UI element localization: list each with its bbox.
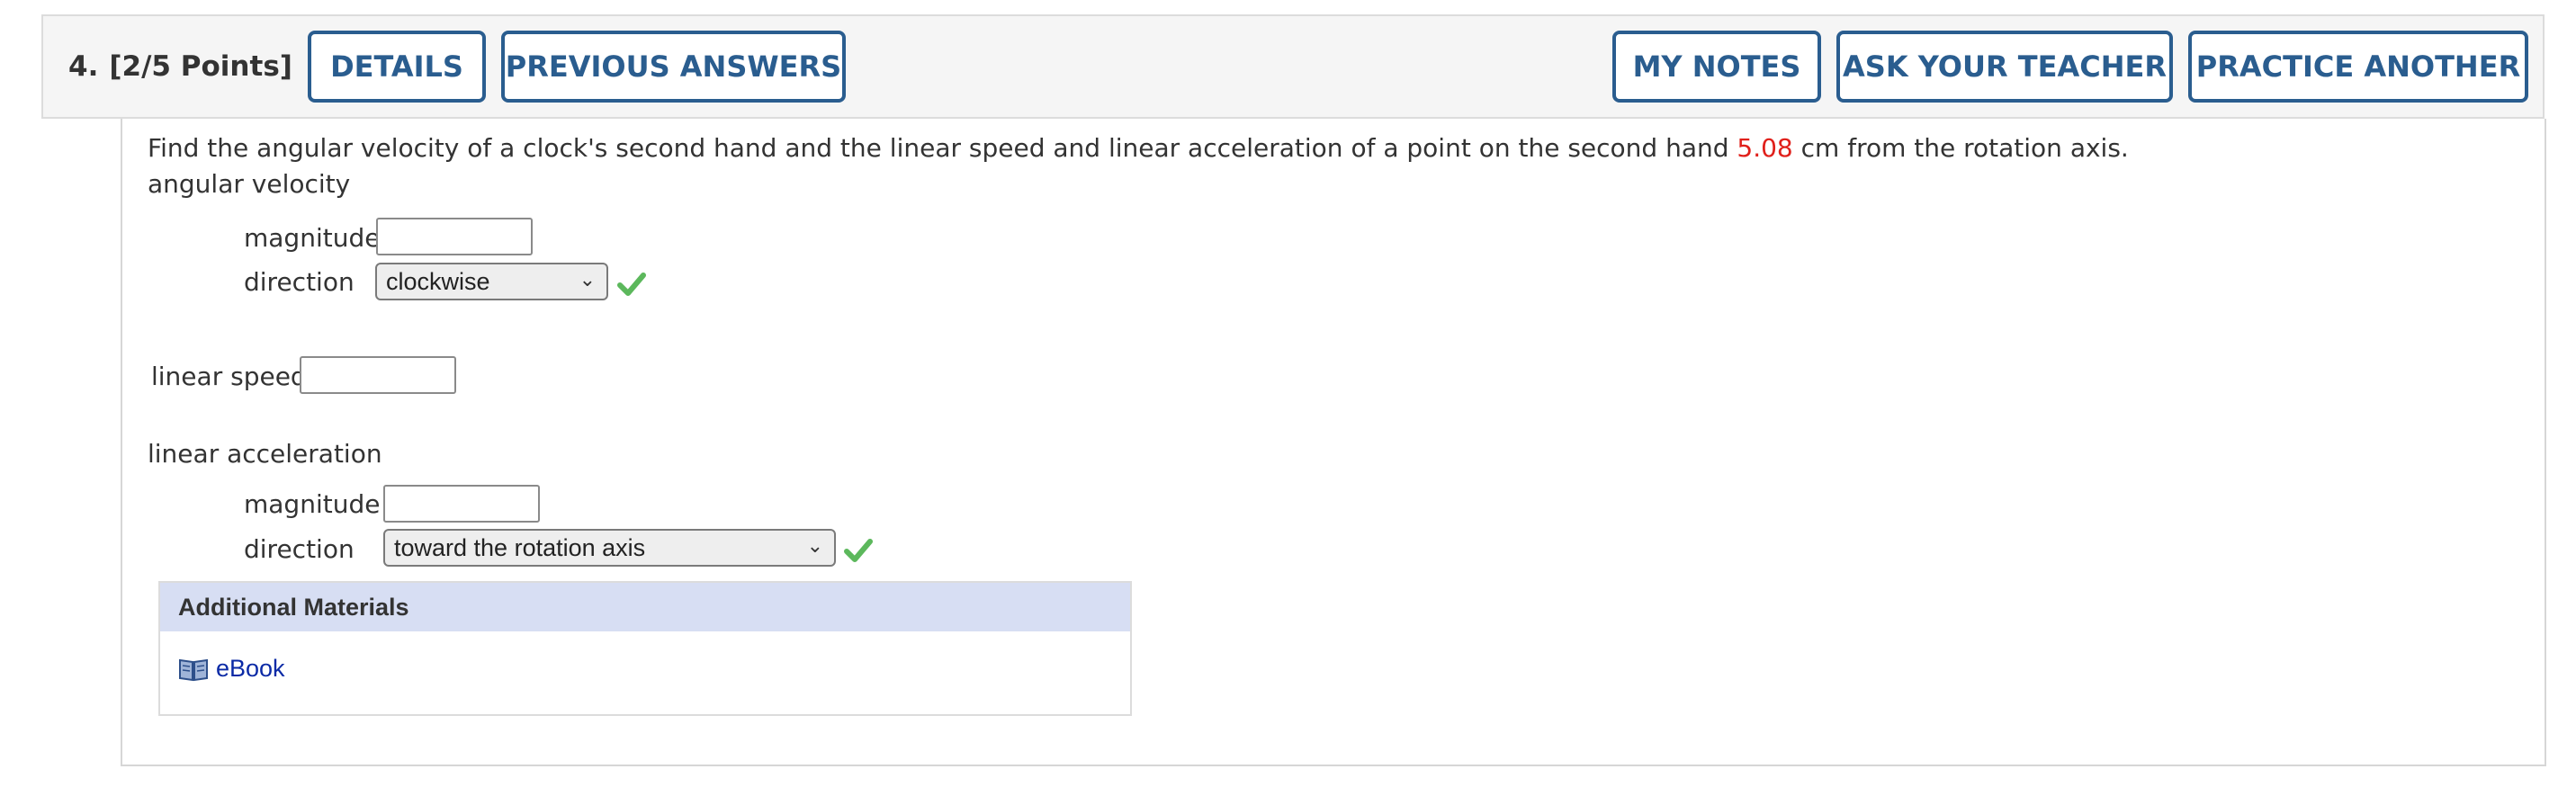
ask-your-teacher-button[interactable]: ASK YOUR TEACHER <box>1836 31 2173 103</box>
checkmark-icon <box>617 273 646 296</box>
linear-speed-label: linear speed <box>151 362 307 391</box>
additional-materials-title: Additional Materials <box>160 583 1130 631</box>
practice-another-button[interactable]: PRACTICE ANOTHER <box>2188 31 2528 103</box>
angular-velocity-magnitude-input[interactable] <box>376 218 533 255</box>
av-magnitude-label: magnitude <box>244 223 381 253</box>
previous-answers-button[interactable]: PREVIOUS ANSWERS <box>501 31 846 103</box>
av-direction-label: direction <box>244 267 355 297</box>
question-title: 4. [2/5 Points] <box>68 50 292 83</box>
la-magnitude-label: magnitude <box>244 489 381 519</box>
linear-acceleration-magnitude-input[interactable] <box>383 485 540 523</box>
highlight-value: 5.08 <box>1737 133 1793 163</box>
additional-materials-panel: Additional Materials eBook <box>158 581 1132 716</box>
chevron-down-icon: ⌄ <box>579 268 596 291</box>
checkmark-icon <box>844 539 873 562</box>
linear-acceleration-heading: linear acceleration <box>148 439 382 469</box>
prompt-text-before: Find the angular velocity of a clock's s… <box>148 133 1737 163</box>
question-points: [2/5 Points] <box>109 50 292 83</box>
chevron-down-icon: ⌄ <box>806 534 823 557</box>
ebook-label[interactable]: eBook <box>216 655 285 683</box>
la-direction-label: direction <box>244 534 355 564</box>
question-prompt: Find the angular velocity of a clock's s… <box>148 133 2129 163</box>
la-direction-value: toward the rotation axis <box>394 533 646 561</box>
av-direction-value: clockwise <box>386 267 490 295</box>
angular-velocity-heading: angular velocity <box>148 169 351 199</box>
angular-velocity-direction-select[interactable]: clockwise ⌄ <box>375 263 608 300</box>
book-icon <box>179 658 208 681</box>
linear-acceleration-direction-select[interactable]: toward the rotation axis ⌄ <box>383 529 836 567</box>
question-number: 4. <box>68 50 99 83</box>
details-button[interactable]: DETAILS <box>308 31 486 103</box>
ebook-link[interactable]: eBook <box>178 655 285 683</box>
prompt-text-after: cm from the rotation axis. <box>1792 133 2129 163</box>
linear-speed-input[interactable] <box>300 356 456 394</box>
my-notes-button[interactable]: MY NOTES <box>1612 31 1821 103</box>
